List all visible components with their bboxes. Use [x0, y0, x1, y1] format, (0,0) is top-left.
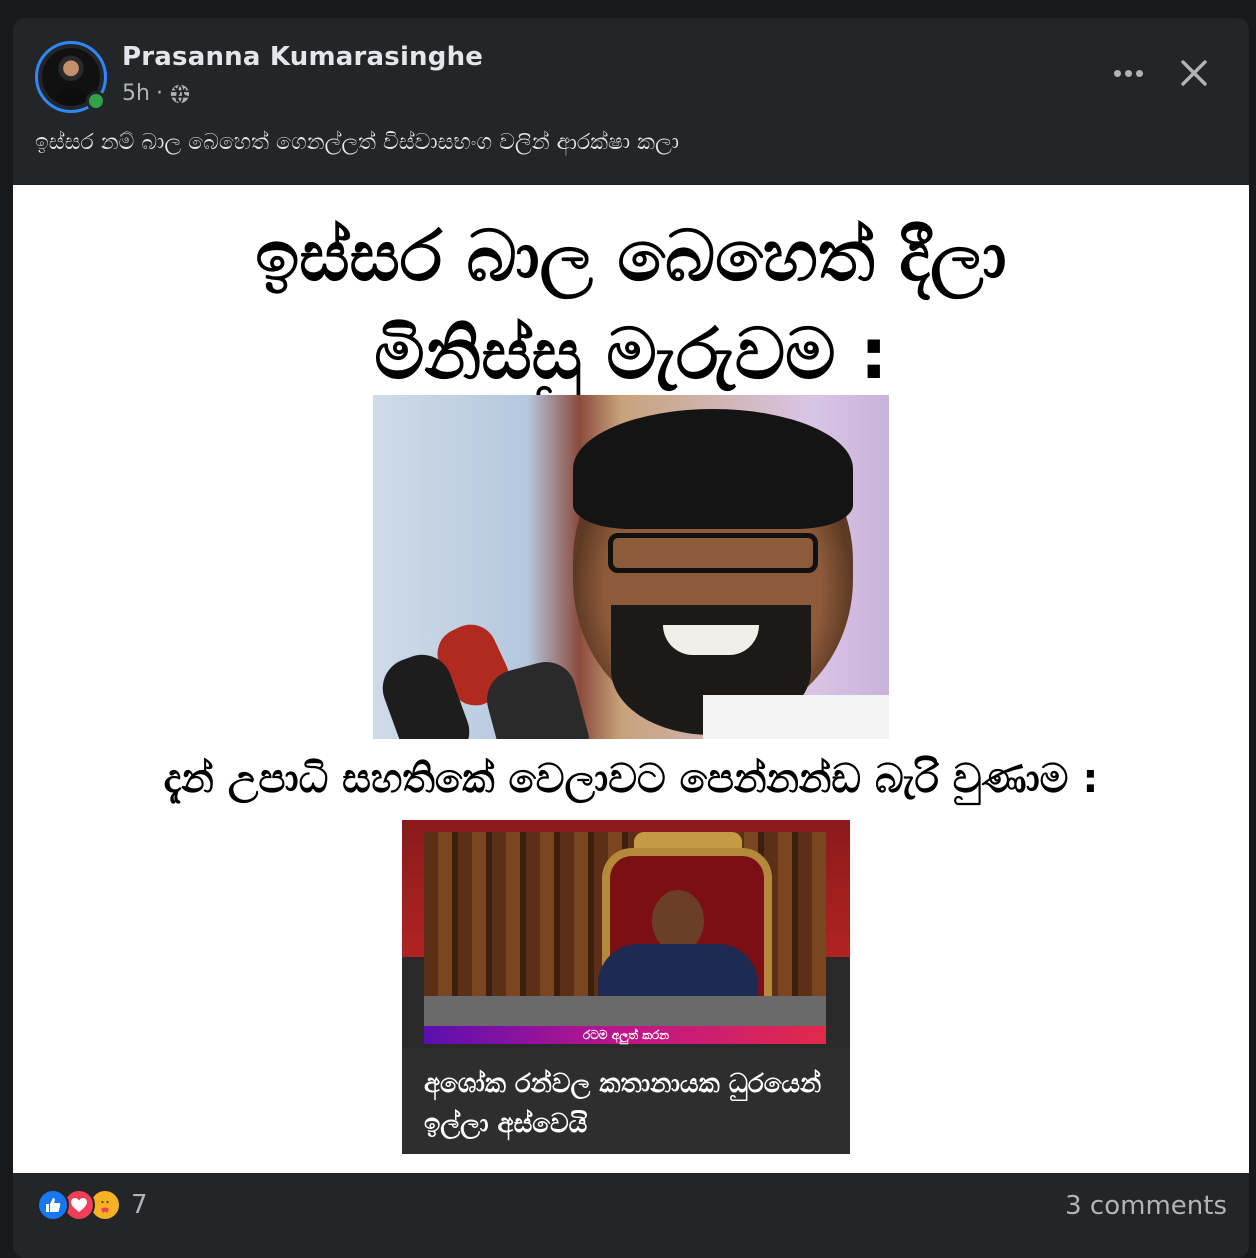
post-footer: 7 3 comments	[13, 1173, 1249, 1243]
close-icon[interactable]	[1175, 54, 1213, 92]
post-meta: 5h ·	[122, 81, 191, 106]
meta-separator: ·	[155, 81, 163, 106]
post-image[interactable]: ඉස්සර බාල බෙහෙත් දීලා මිනිස්සු මැරුවම : …	[13, 185, 1249, 1173]
reactions-summary[interactable]: 7	[37, 1189, 148, 1221]
headline-line-2: මිනිස්සු මැරුවම :	[374, 313, 888, 395]
like-icon	[37, 1189, 69, 1221]
image-subline: දැන් උපාධි සහතිකේ වෙලාවට පෙන්නන්ඩ බැරි ව…	[163, 756, 1099, 802]
comments-count-link[interactable]: 3 comments	[1065, 1191, 1227, 1221]
news-screenshot: රටම අලුත් කරන අශෝක රන්වල කතානායක ධුරයෙන්…	[402, 820, 850, 1154]
post-card: Prasanna Kumarasinghe 5h · ඉස්සර නම් බාල…	[13, 18, 1249, 1258]
news-title: අශෝක රන්වල කතානායක ධුරයෙන් ඉල්ලා අස්වෙයි	[424, 1069, 822, 1139]
online-status-dot	[86, 91, 106, 111]
globe-icon[interactable]	[169, 83, 191, 105]
reaction-count: 7	[131, 1190, 148, 1220]
author-name[interactable]: Prasanna Kumarasinghe	[122, 42, 483, 72]
news-photo	[402, 820, 850, 1048]
portrait-photo	[373, 395, 889, 739]
more-options-icon[interactable]	[1111, 58, 1145, 88]
post-header: Prasanna Kumarasinghe 5h ·	[13, 18, 1249, 118]
headline-line-1: ඉස්සර බාල බෙහෙත් දීලා	[255, 215, 1007, 297]
post-time[interactable]: 5h	[122, 81, 150, 106]
post-caption: ඉස්සර නම් බාල බෙහෙත් ගෙනල්ලත් විස්වාසභංග…	[35, 130, 680, 155]
news-banner: රටම අලුත් කරන	[583, 1028, 669, 1042]
image-headline: ඉස්සර බාල බෙහෙත් දීලා මිනිස්සු මැරුවම :	[13, 207, 1249, 403]
